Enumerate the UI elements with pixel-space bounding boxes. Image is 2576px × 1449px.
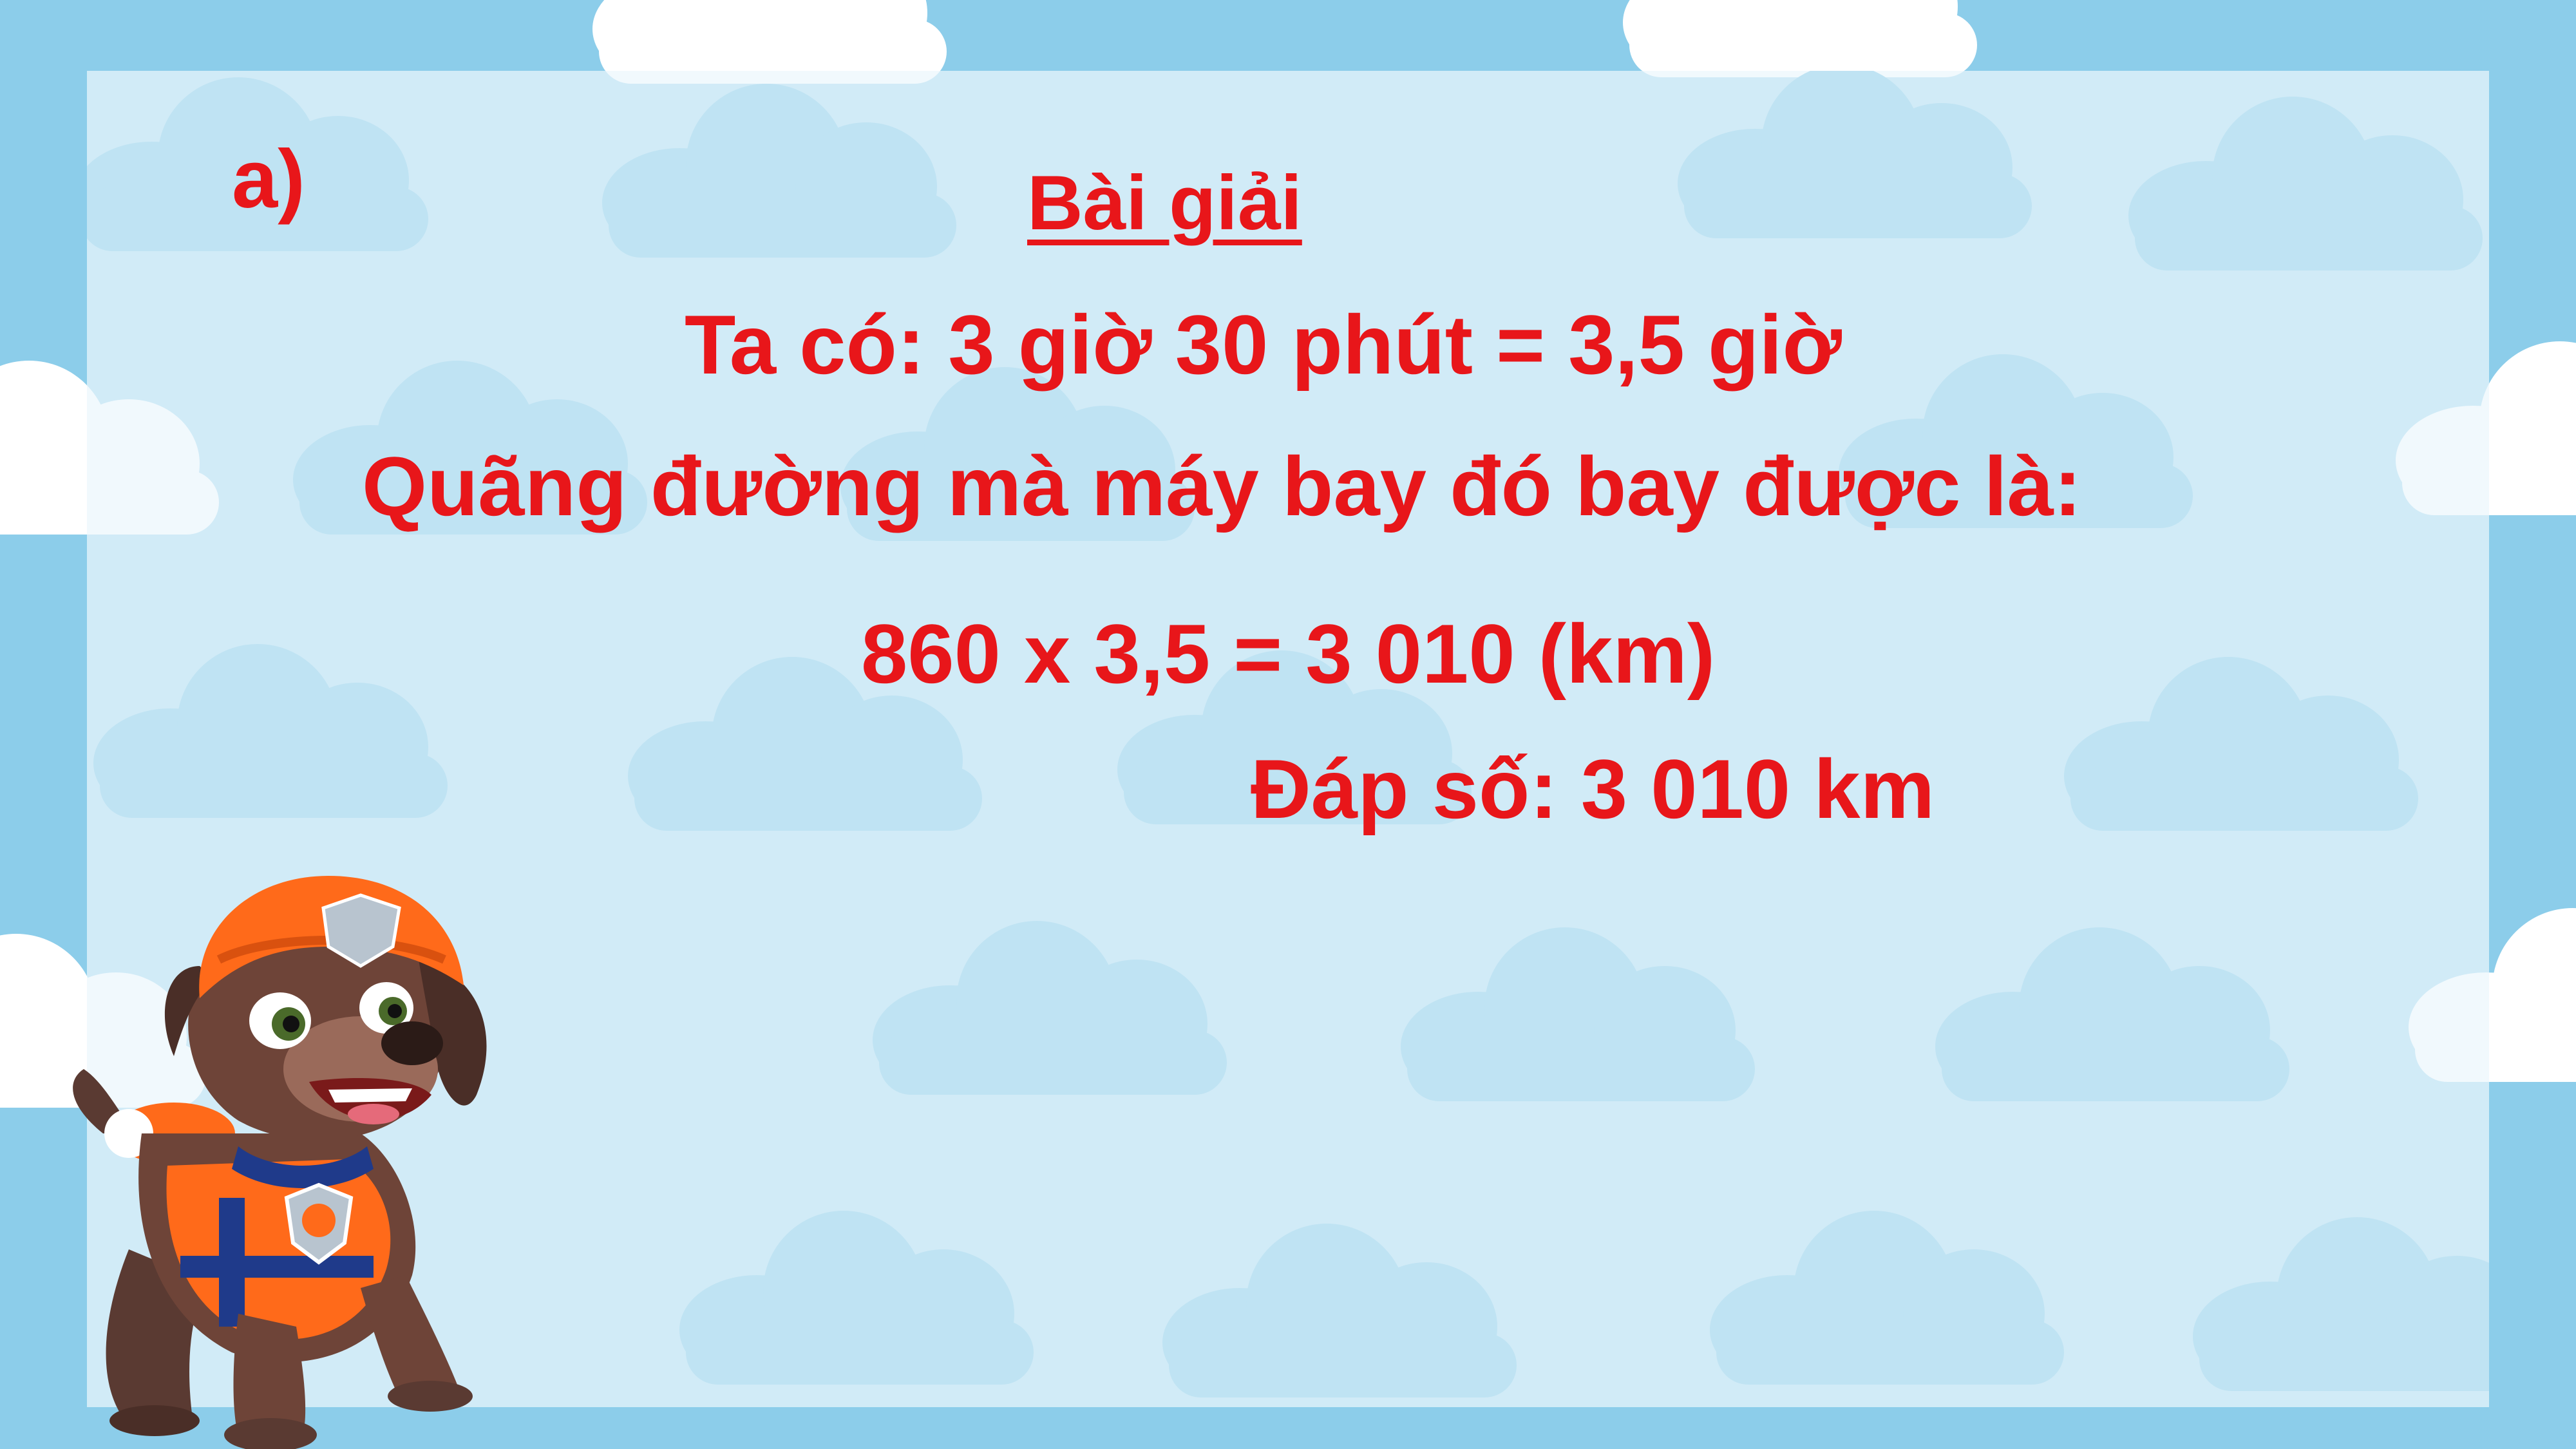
cloud-icon xyxy=(2180,1198,2489,1391)
part-label: a) xyxy=(232,133,305,225)
cloud-icon xyxy=(860,902,1246,1095)
cloud-icon xyxy=(667,1191,1053,1385)
cloud-icon xyxy=(589,71,976,258)
cloud-icon xyxy=(1388,908,1774,1101)
cloud-icon xyxy=(2051,638,2438,831)
cloud-icon xyxy=(1922,908,2309,1101)
cloud-icon xyxy=(2116,77,2489,270)
answer-line: Đáp số: 3 010 km xyxy=(1251,742,1935,836)
cloud-icon xyxy=(1665,71,2051,238)
cartoon-dog-icon xyxy=(73,876,487,1449)
conversion-line: Ta có: 3 giờ 30 phút = 3,5 giờ xyxy=(685,298,1842,392)
cloud-icon xyxy=(87,625,467,818)
solution-heading: Bài giải xyxy=(1027,160,1302,246)
calculation-line: 860 x 3,5 = 3 010 (km) xyxy=(861,607,1716,701)
cloud-icon xyxy=(1610,0,1996,77)
cloud-icon xyxy=(1697,1191,2083,1385)
cloud-icon xyxy=(1150,1204,1536,1397)
distance-statement: Quãng đường mà máy bay đó bay được là: xyxy=(362,439,2082,533)
slide: a) Bài giải Ta có: 3 giờ 30 phút = 3,5 g… xyxy=(0,0,2576,1449)
